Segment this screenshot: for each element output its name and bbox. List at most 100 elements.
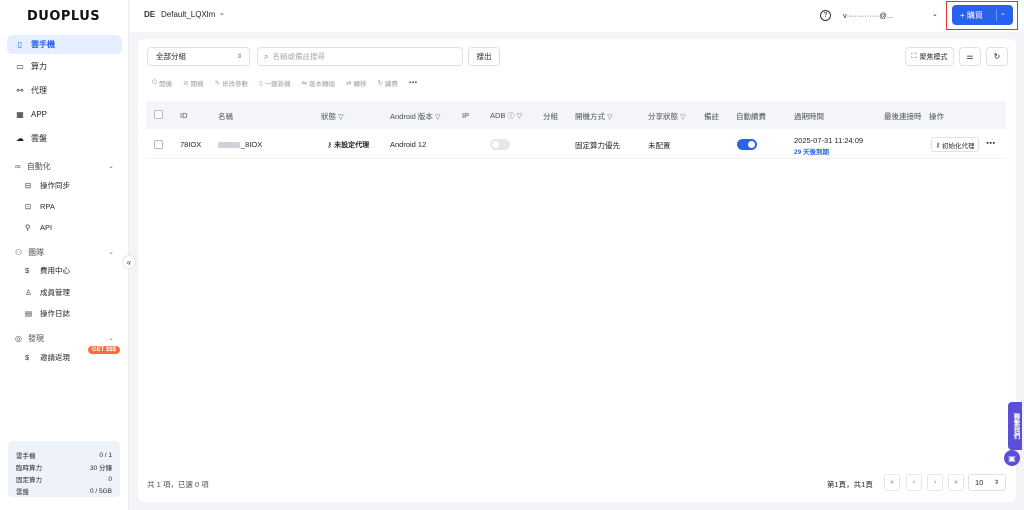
sidebar-item-label: API: [40, 223, 53, 232]
main-panel: 全部分組 ⇕ ⌕ 名稱或備註搜尋 搜出 ⛶ 聚焦模式 ⚌ ↻ ⏻ 開機 ⊘ 關機 ✎…: [138, 39, 1016, 502]
col-adb[interactable]: ADB ⓘ ▽: [490, 111, 522, 121]
group-select[interactable]: 全部分組 ⇕: [147, 47, 250, 66]
adb-toggle[interactable]: [490, 139, 510, 150]
collapse-sidebar-button[interactable]: «: [122, 255, 136, 269]
chevron-down-icon[interactable]: ⌄: [219, 9, 225, 17]
col-renew: 自動續費: [736, 112, 766, 121]
workspace-name[interactable]: Default_LQXlm: [161, 10, 215, 19]
info-icon[interactable]: ⓘ: [508, 113, 515, 120]
refresh-button[interactable]: ↻: [986, 47, 1008, 66]
prev-page-button[interactable]: ‹: [906, 474, 922, 491]
sidebar-item-label: RPA: [40, 202, 55, 211]
sidebar-item-cloud-disk[interactable]: ☁ 雲盤: [7, 129, 122, 148]
chevron-down-icon[interactable]: ⌄: [1000, 9, 1006, 17]
cloud-icon: ☁: [16, 134, 24, 143]
nav-group-automation[interactable]: ∞ 自動化 ⌄: [7, 158, 122, 174]
power-icon: ⏻: [152, 78, 158, 86]
power-on-action[interactable]: ⏻ 開機: [152, 78, 172, 88]
compass-icon: ◎: [15, 333, 22, 343]
sidebar-item-billing[interactable]: $ 費用中心: [18, 262, 122, 279]
col-label: Android 版本: [390, 112, 433, 121]
user-email[interactable]: v·············@...: [843, 11, 893, 20]
sidebar-item-api[interactable]: ⚲ API: [18, 219, 122, 236]
renew-icon: ↻: [377, 79, 383, 87]
phone-icon: ▯: [17, 40, 23, 49]
filter-icon[interactable]: ▽: [607, 114, 612, 121]
help-icon[interactable]: ?: [820, 10, 831, 21]
column-settings-button[interactable]: ⚌: [959, 47, 981, 66]
auto-renew-toggle[interactable]: [737, 139, 757, 150]
dollar-icon: $: [25, 353, 30, 362]
duoplus-logo[interactable]: DUOPLUS: [27, 9, 100, 24]
contact-us-tab[interactable]: 聯繫我們: [1008, 402, 1022, 450]
sidebar-item-compute[interactable]: ▭ 算力: [7, 57, 122, 76]
search-button[interactable]: 搜出: [468, 47, 500, 66]
col-status[interactable]: 狀態 ▽: [321, 111, 343, 122]
power-off-icon: ⊘: [183, 79, 189, 87]
filter-icon[interactable]: ▽: [435, 114, 440, 121]
first-page-button[interactable]: «: [884, 474, 900, 491]
power-off-action[interactable]: ⊘ 關機: [183, 78, 203, 88]
col-android[interactable]: Android 版本 ▽: [390, 111, 440, 122]
sidebar: DUOPLUS ▯ 雲手機 ▭ 算力 ⚯ 代理 ▦ APP ☁ 雲盤 ∞ 自動化…: [0, 0, 129, 510]
focus-mode-button[interactable]: ⛶ 聚焦模式: [905, 47, 954, 66]
cell-name-text: _8IOX: [241, 140, 263, 149]
filter-icon[interactable]: ▽: [338, 114, 343, 121]
transfer-icon: ⇄: [346, 79, 352, 87]
search-input[interactable]: ⌕ 名稱或備註搜尋: [257, 47, 463, 66]
refresh-icon: ↻: [993, 52, 1001, 61]
table-row[interactable]: 78IOX _8IOX ⚷ 未設定代理 Android 12 固定算力優先 未配…: [146, 130, 1006, 159]
sidebar-item-rpa[interactable]: ⊡ RPA: [18, 198, 122, 215]
version-convert-action[interactable]: ⇋ 版本轉換: [302, 78, 335, 88]
action-label: 版本轉換: [309, 80, 336, 88]
next-page-button[interactable]: ›: [927, 474, 943, 491]
focus-mode-label: 聚焦模式: [919, 53, 948, 61]
edit-params-action[interactable]: ✎ 修改參數: [215, 78, 248, 88]
search-placeholder: 名稱或備註搜尋: [272, 52, 325, 61]
renew-action[interactable]: ↻ 續費: [378, 78, 398, 88]
row-checkbox[interactable]: [154, 140, 163, 149]
col-share[interactable]: 分享狀態 ▽: [648, 111, 685, 122]
stat-value: 0 / 1: [99, 451, 112, 459]
col-boot[interactable]: 開機方式 ▽: [575, 111, 612, 122]
filter-icon[interactable]: ▽: [517, 113, 522, 120]
group-select-value: 全部分組: [156, 52, 186, 61]
bulk-actions: ⏻ 開機 ⊘ 關機 ✎ 修改參數 ▯ 一鍵新機 ⇋ 版本轉換 ⇄ 轉移 ↻ 續費 ⋯: [152, 77, 428, 88]
sidebar-item-label: 雲盤: [31, 134, 47, 143]
nav-group-discover[interactable]: ◎ 發現 ⌄: [7, 330, 122, 346]
cell-android: Android 12: [390, 140, 427, 149]
sidebar-item-app[interactable]: ▦ APP: [7, 105, 122, 124]
sidebar-item-operation-sync[interactable]: ⊟ 操作同步: [18, 177, 122, 194]
stat-label: 臨時算力: [16, 465, 42, 472]
new-device-action[interactable]: ▯ 一鍵新機: [259, 78, 291, 88]
col-name: 名稱: [218, 112, 233, 121]
row-more-button[interactable]: ⋯: [986, 138, 995, 149]
sidebar-item-label: 代理: [31, 86, 47, 95]
chat-icon[interactable]: ▣: [1004, 450, 1020, 466]
last-page-button[interactable]: »: [948, 474, 964, 491]
select-all-checkbox[interactable]: [154, 110, 163, 119]
nav-group-team[interactable]: ⚇ 團隊 ⌄: [7, 244, 122, 260]
col-id: ID: [180, 111, 188, 120]
sidebar-item-logs[interactable]: ▤ 操作日誌: [18, 305, 122, 322]
chevron-down-icon[interactable]: ⌄: [932, 10, 938, 18]
sidebar-item-proxy[interactable]: ⚯ 代理: [7, 81, 122, 100]
cell-status[interactable]: ⚷ 未設定代理: [327, 140, 369, 150]
chevron-down-icon: ⌄: [108, 249, 114, 256]
init-proxy-button[interactable]: ⚷ 初始化代理: [931, 137, 979, 152]
monitor-icon: ▭: [16, 62, 24, 71]
sidebar-item-cloud-phone[interactable]: ▯ 雲手機: [7, 35, 122, 54]
buy-button[interactable]: + 購買 ⌄: [952, 5, 1013, 25]
buy-label: + 購買: [960, 10, 983, 20]
user-icon: ♙: [25, 288, 32, 297]
filter-icon[interactable]: ▽: [680, 114, 685, 121]
cell-boot: 固定算力優先: [575, 141, 620, 150]
more-actions-button[interactable]: ⋯: [409, 78, 417, 87]
cell-expire-note: 29 天後到期: [794, 149, 830, 156]
page-size-value: 10: [975, 478, 984, 487]
transfer-action[interactable]: ⇄ 轉移: [346, 78, 366, 88]
sidebar-item-referral[interactable]: $ 邀請返現 GET $$$: [18, 346, 122, 366]
cell-name[interactable]: _8IOX: [218, 140, 262, 149]
sidebar-item-members[interactable]: ♙ 成員管理: [18, 284, 122, 301]
page-size-select[interactable]: 10 ⇕: [968, 474, 1006, 491]
